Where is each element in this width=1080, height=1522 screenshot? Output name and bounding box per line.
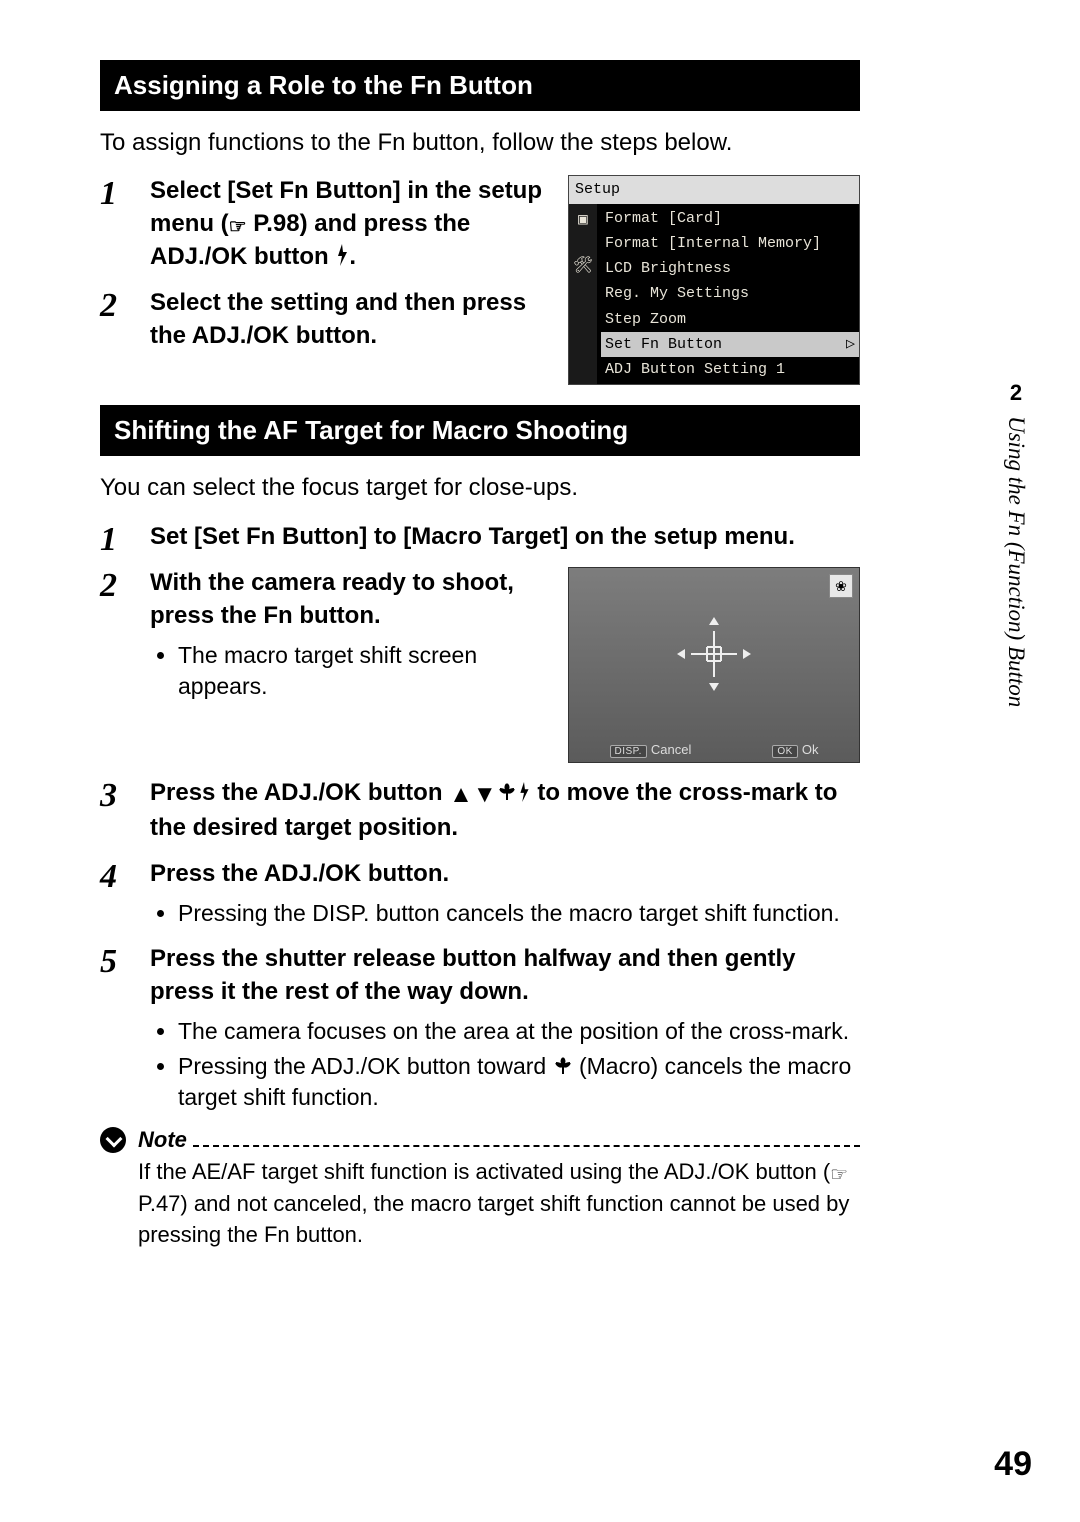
setup-menu-item: Step Zoom (601, 307, 859, 332)
step-number: 1 (100, 171, 117, 217)
txt: ) and not canceled, the macro target shi… (138, 1191, 849, 1247)
wrench-icon: 🛠 (573, 254, 593, 279)
assign-step2-text: Select the setting and then press the AD… (150, 289, 526, 348)
shift-step3-text: Press the ADJ./OK button ▲▼ to move the … (150, 779, 837, 840)
ok-tag: OK (772, 745, 797, 758)
macro-flower-icon (497, 782, 517, 802)
assign-step1-text: Select [Set Fn Button] in the setup menu… (150, 177, 542, 269)
note-text: If the AE/AF target shift function is ac… (138, 1157, 860, 1251)
txt: Cancel (651, 742, 691, 757)
setup-menu-items: Format [Card] Format [Internal Memory] L… (597, 204, 859, 385)
step-number: 1 (100, 517, 117, 563)
assign-row: 1 Select [Set Fn Button] in the setup me… (100, 175, 860, 385)
shift-step5-text: Press the shutter release button halfway… (150, 945, 795, 1004)
txt: Pressing the ADJ./OK button toward (178, 1053, 553, 1079)
txt: Ok (802, 742, 819, 757)
txt: . (349, 243, 356, 270)
step-number: 4 (100, 854, 117, 900)
shift-step5-sub2: Pressing the ADJ./OK button toward (Macr… (178, 1051, 860, 1113)
assign-steps: 1 Select [Set Fn Button] in the setup me… (100, 175, 552, 352)
setup-menu-item: LCD Brightness (601, 256, 859, 281)
shift-step-1: 1 Set [Set Fn Button] to [Macro Target] … (100, 521, 860, 553)
setup-menu-item: Format [Internal Memory] (601, 231, 859, 256)
step-number: 2 (100, 563, 117, 609)
chapter-number: 2 (1010, 380, 1022, 406)
shift-step4-text: Press the ADJ./OK button. (150, 860, 449, 887)
note-block: Note If the AE/AF target shift function … (100, 1127, 860, 1251)
down-triangle-icon: ▼ (473, 779, 497, 811)
shift-step2-sub1: The macro target shift screen appears. (178, 640, 552, 702)
shift-step2-sub: The macro target shift screen appears. (178, 640, 552, 702)
section-header-assign: Assigning a Role to the Fn Button (100, 60, 860, 111)
macro-cancel: DISP. Cancel (610, 741, 692, 759)
macro-flower-icon (553, 1056, 573, 1076)
macro-footer: DISP. Cancel OK Ok (569, 741, 859, 759)
reference-icon: ☞ (830, 1161, 848, 1189)
note-title: Note (138, 1127, 187, 1153)
assign-step-2: 2 Select the setting and then press the … (100, 287, 552, 352)
note-pencil-icon (100, 1127, 126, 1153)
flash-icon (335, 244, 349, 266)
note-body: Note If the AE/AF target shift function … (138, 1127, 860, 1251)
txt: Press the ADJ./OK button (150, 779, 449, 806)
section-header-shift: Shifting the AF Target for Macro Shootin… (100, 405, 860, 456)
side-chapter-title: Using the Fn (Function) Button (1003, 416, 1029, 707)
assign-step-1: 1 Select [Set Fn Button] in the setup me… (100, 175, 552, 273)
up-triangle-icon: ▲ (449, 779, 473, 811)
reference-icon: ☞ (229, 214, 247, 241)
shift-step-3: 3 Press the ADJ./OK button ▲▼ to move th… (100, 777, 860, 844)
shift-steps: 1 Set [Set Fn Button] to [Macro Target] … (100, 521, 860, 1114)
macro-mode-badge: ❀ (829, 574, 853, 598)
setup-menu-item: Format [Card] (601, 206, 859, 231)
shift-step2-row: With the camera ready to shoot, press th… (150, 567, 860, 763)
setup-menu-item-selected: Set Fn Button (601, 332, 859, 357)
shift-step-2: 2 With the camera ready to shoot, press … (100, 567, 860, 763)
shift-step5-sub1: The camera focuses on the area at the po… (178, 1016, 860, 1047)
txt: If the AE/AF target shift function is ac… (138, 1159, 830, 1184)
shift-step2-text: With the camera ready to shoot, press th… (150, 569, 514, 628)
assign-lead: To assign functions to the Fn button, fo… (100, 127, 860, 159)
setup-menu-item: ADJ Button Setting 1 (601, 357, 859, 382)
setup-menu-body: ▣ 🛠 Format [Card] Format [Internal Memor… (569, 204, 859, 385)
shift-step2-textcol: With the camera ready to shoot, press th… (150, 567, 552, 706)
note-title-row: Note (138, 1127, 860, 1153)
camera-icon: ▣ (578, 208, 588, 233)
shift-step4-sub1: Pressing the DISP. button cancels the ma… (178, 898, 860, 929)
page-number: 49 (994, 1445, 1032, 1484)
flash-icon (517, 782, 531, 802)
crosshair-icon (669, 609, 759, 699)
txt: P.98 (253, 210, 299, 237)
shift-step4-sub: Pressing the DISP. button cancels the ma… (178, 898, 860, 929)
manual-page: Assigning a Role to the Fn Button To ass… (0, 0, 1080, 1522)
step-number: 3 (100, 773, 117, 819)
content-column: Assigning a Role to the Fn Button To ass… (100, 60, 860, 1251)
note-dash-line (193, 1130, 860, 1147)
txt: P.47 (138, 1191, 180, 1216)
setup-menu-icon-col: ▣ 🛠 (569, 204, 597, 385)
macro-target-screenshot: ❀ (568, 567, 860, 763)
shift-step-4: 4 Press the ADJ./OK button. Pressing the… (100, 858, 860, 929)
shift-step5-sub: The camera focuses on the area at the po… (178, 1016, 860, 1113)
step-number: 5 (100, 939, 117, 985)
setup-menu-screenshot: Setup ▣ 🛠 Format [Card] Format [Internal… (568, 175, 860, 385)
setup-menu-item: Reg. My Settings (601, 281, 859, 306)
step-number: 2 (100, 283, 117, 329)
shift-lead: You can select the focus target for clos… (100, 472, 860, 504)
setup-menu-figure: Setup ▣ 🛠 Format [Card] Format [Internal… (568, 175, 860, 385)
shift-step1-text: Set [Set Fn Button] to [Macro Target] on… (150, 523, 795, 550)
side-tab: 2 Using the Fn (Function) Button (992, 380, 1040, 800)
macro-shot-figure: ❀ (568, 567, 860, 763)
shift-step-5: 5 Press the shutter release button halfw… (100, 943, 860, 1113)
disp-tag: DISP. (610, 745, 647, 758)
assign-steps-wrap: 1 Select [Set Fn Button] in the setup me… (100, 175, 552, 366)
setup-menu-title: Setup (569, 176, 859, 203)
macro-ok: OK Ok (772, 741, 818, 759)
